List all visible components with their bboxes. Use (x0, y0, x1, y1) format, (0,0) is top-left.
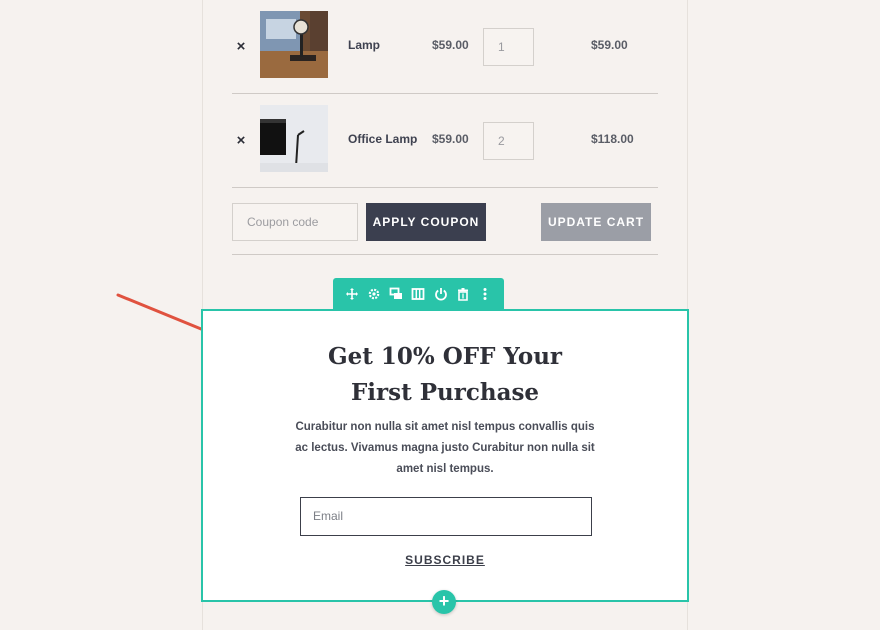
move-icon[interactable] (344, 286, 360, 302)
product-price: $59.00 (432, 132, 469, 146)
subscribe-button[interactable]: SUBSCRIBE (203, 553, 687, 567)
module-toolbar (333, 278, 504, 310)
update-cart-button[interactable]: UPDATE CART (541, 203, 651, 241)
cart-row: × Office Lamp $59.00 2 $118.00 (232, 94, 658, 188)
email-field[interactable]: Email (300, 497, 592, 536)
coupon-code-input[interactable]: Coupon code (232, 203, 358, 241)
remove-item-button[interactable]: × (234, 37, 248, 57)
columns-icon[interactable] (410, 286, 426, 302)
email-optin-module[interactable]: Get 10% OFF Your First Purchase Curabitu… (201, 309, 689, 602)
power-icon[interactable] (433, 286, 449, 302)
apply-coupon-button[interactable]: APPLY COUPON (366, 203, 486, 241)
add-module-button[interactable]: + (432, 590, 456, 614)
duplicate-icon[interactable] (388, 286, 404, 302)
product-subtotal: $59.00 (591, 38, 628, 52)
optin-title: Get 10% OFF Your First Purchase (327, 343, 563, 406)
product-name[interactable]: Office Lamp (348, 132, 417, 146)
product-price: $59.00 (432, 38, 469, 52)
gear-icon[interactable] (366, 286, 382, 302)
trash-icon[interactable] (455, 286, 471, 302)
product-subtotal: $118.00 (591, 132, 634, 146)
optin-description: Curabitur non nulla sit amet nisl tempus… (295, 421, 595, 475)
product-name[interactable]: Lamp (348, 38, 380, 52)
more-icon[interactable] (477, 286, 493, 302)
product-thumbnail-lamp[interactable] (260, 11, 328, 78)
remove-item-button[interactable]: × (234, 131, 248, 151)
product-thumbnail-office-lamp[interactable] (260, 105, 328, 172)
quantity-input[interactable]: 1 (483, 28, 534, 66)
quantity-input[interactable]: 2 (483, 122, 534, 160)
cart-row: × Lamp $59.00 1 $59.00 (232, 0, 658, 94)
cart-actions: Coupon code APPLY COUPON UPDATE CART (232, 188, 658, 255)
